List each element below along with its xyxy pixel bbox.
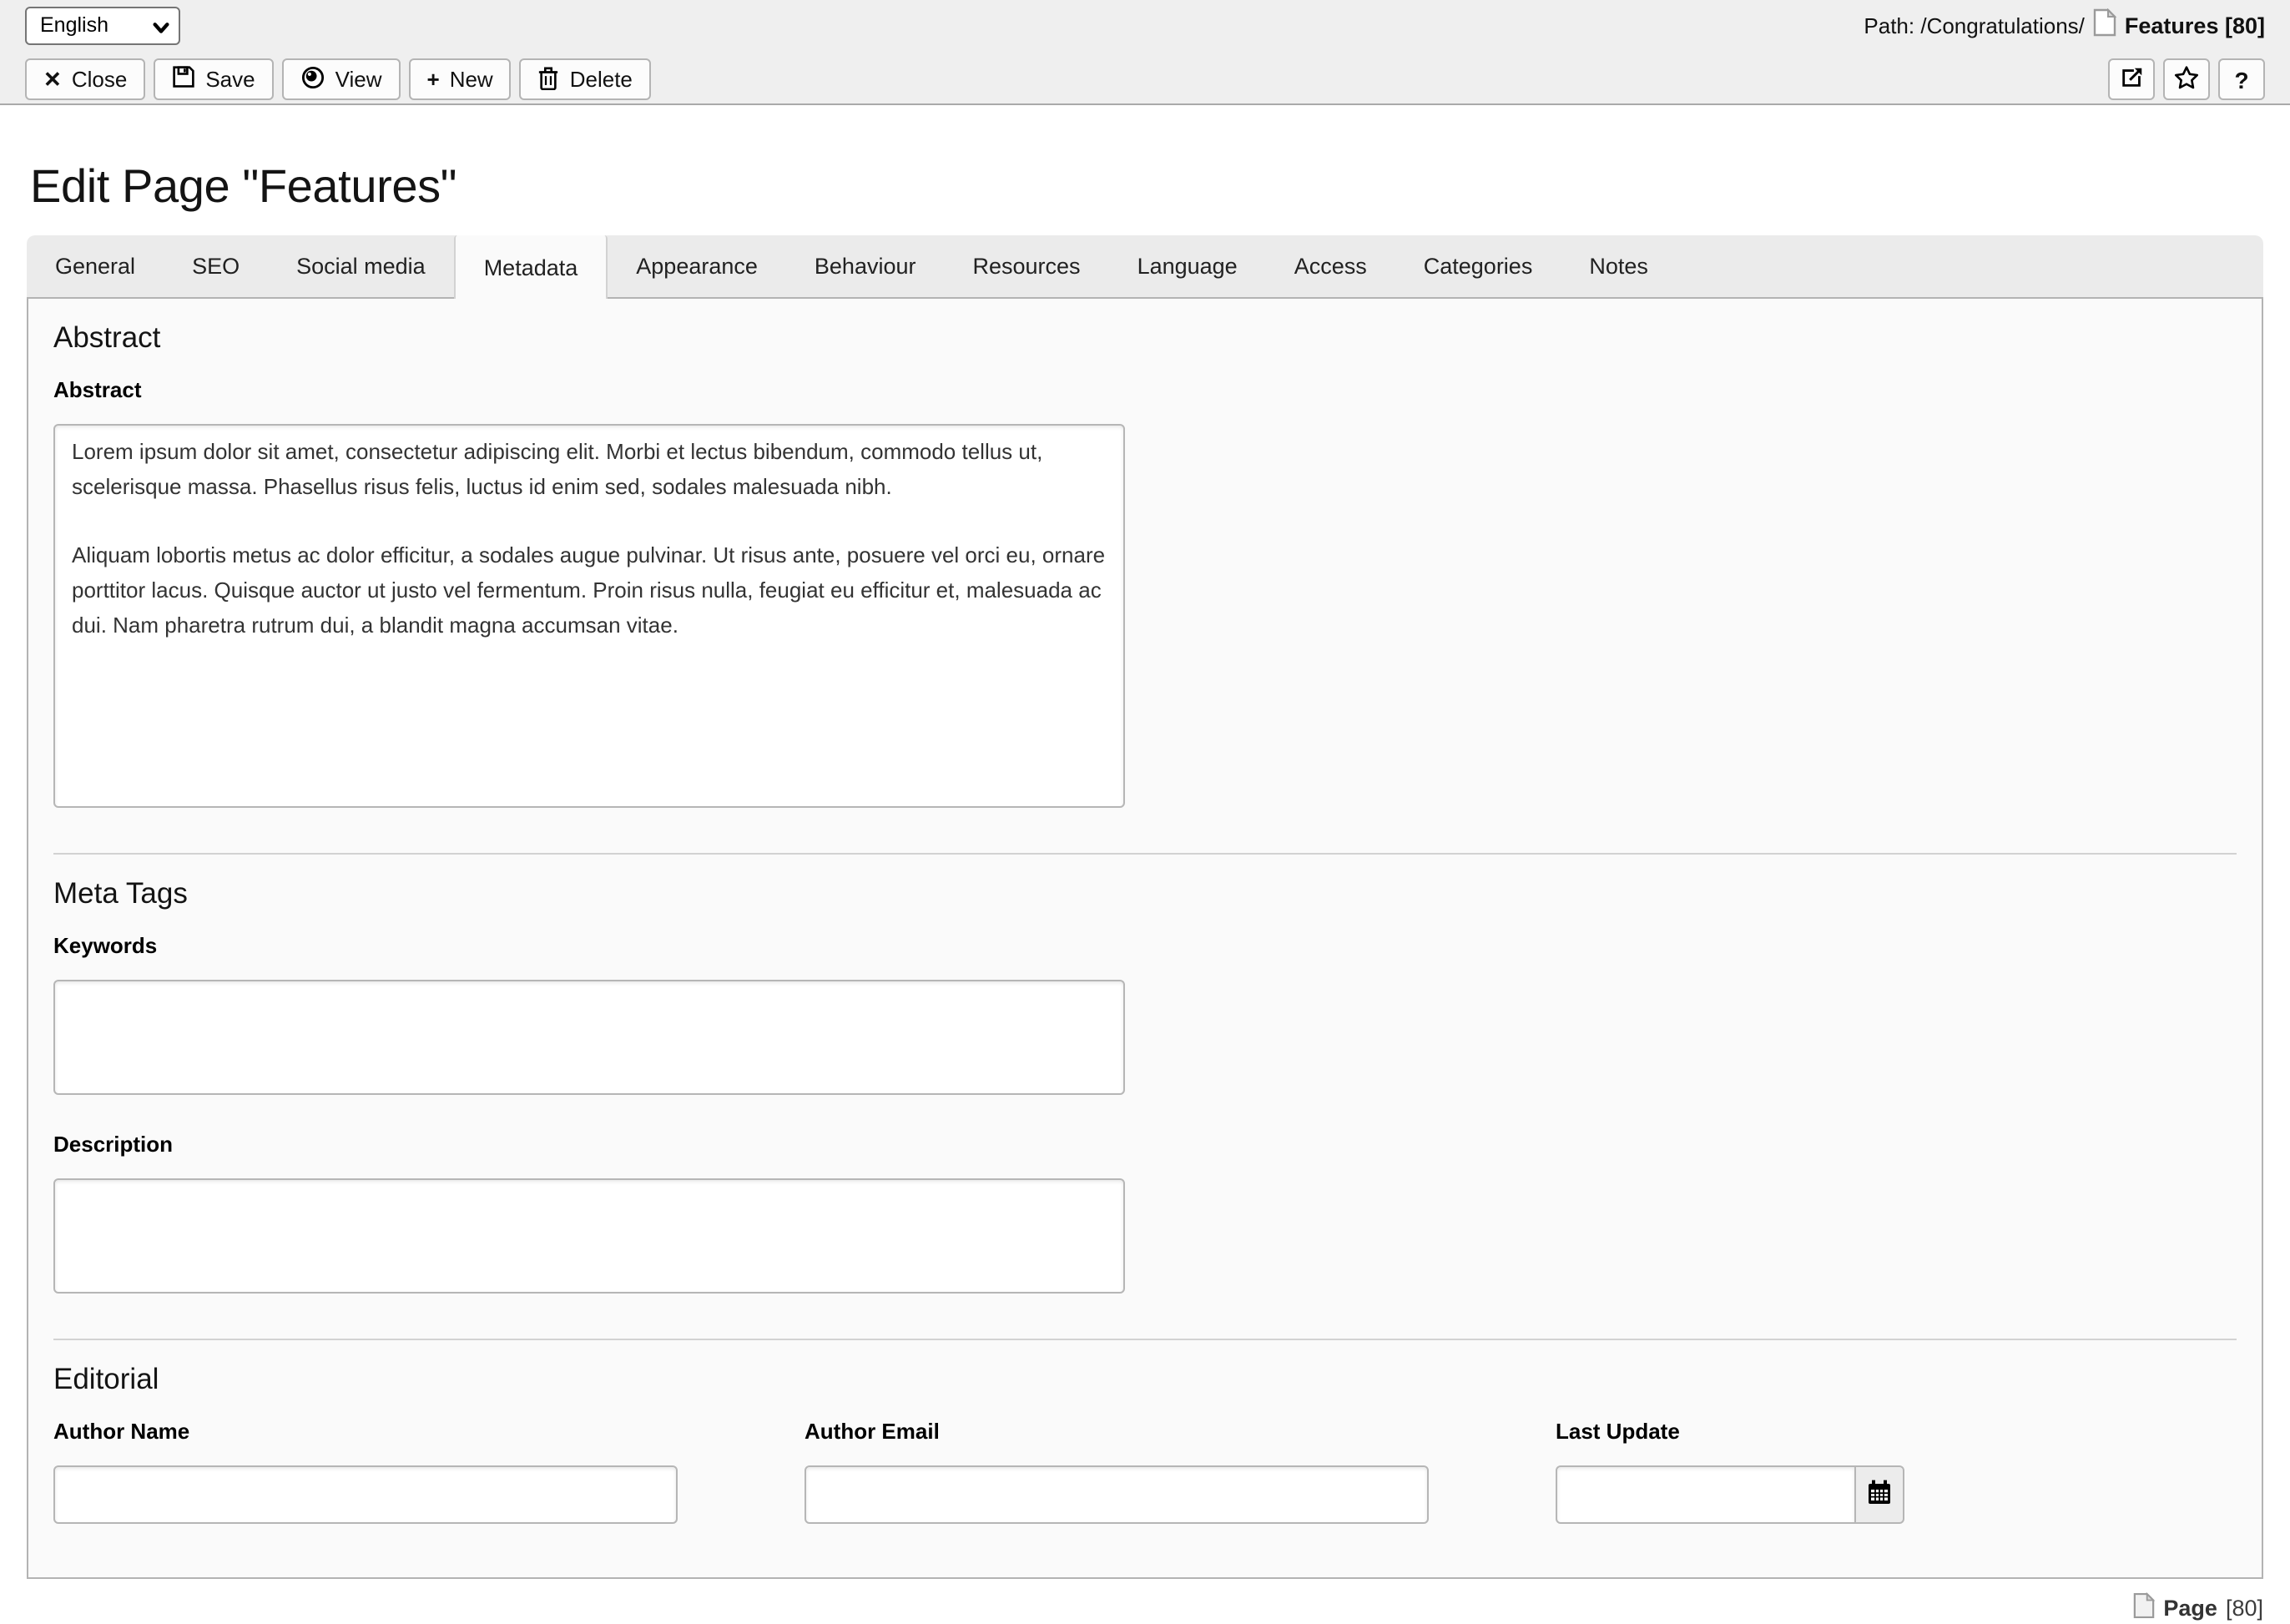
last-update-field-label: Last Update: [1556, 1419, 1680, 1444]
doc-header-meta-buttons: ?: [2108, 58, 2265, 100]
page-icon: [2093, 8, 2117, 42]
author-email-input[interactable]: [805, 1465, 1429, 1524]
datepicker-button[interactable]: [1856, 1465, 1904, 1524]
author-name-field-label: Author Name: [53, 1419, 190, 1444]
section-meta-tags-heading: Meta Tags: [53, 876, 188, 910]
tab-social-media[interactable]: Social media: [268, 235, 454, 297]
new-button-label: New: [449, 67, 493, 92]
tab-seo[interactable]: SEO: [164, 235, 268, 297]
path-label: Path: /Congratulations/: [1864, 13, 2085, 38]
doc-header-action-buttons: ✕ Close Save View + New Delete: [25, 58, 651, 100]
page-icon: [2133, 1591, 2156, 1624]
tab-behaviour[interactable]: Behaviour: [786, 235, 945, 297]
delete-button[interactable]: Delete: [519, 58, 651, 100]
plus-icon: +: [426, 67, 440, 92]
description-field-label: Description: [53, 1132, 174, 1157]
bookmark-button[interactable]: [2163, 58, 2210, 100]
doc-header-top-row: English Path: /Congratulations/ Features…: [25, 5, 2265, 45]
language-select-wrapper: English: [25, 6, 180, 44]
editorial-columns: Author Name Author Email Last Update: [53, 1419, 2237, 1524]
language-select[interactable]: English: [25, 6, 180, 44]
section-abstract-heading: Abstract: [53, 320, 161, 354]
save-button[interactable]: Save: [154, 58, 274, 100]
record-id-label: [80]: [2225, 1596, 2263, 1621]
tab-resources[interactable]: Resources: [945, 235, 1109, 297]
close-button[interactable]: ✕ Close: [25, 58, 146, 100]
tab-notes[interactable]: Notes: [1561, 235, 1677, 297]
author-name-field-group: Author Name: [53, 1419, 805, 1524]
record-title: Features [80]: [2124, 13, 2265, 38]
last-update-input[interactable]: [1556, 1465, 1856, 1524]
record-type-label: Page: [2163, 1596, 2217, 1621]
doc-header: English Path: /Congratulations/ Features…: [0, 0, 2290, 105]
last-update-field-group: Last Update: [1556, 1419, 1904, 1524]
author-email-field-group: Author Email: [805, 1419, 1556, 1524]
close-button-label: Close: [71, 67, 128, 92]
open-in-new-window-icon: [2119, 64, 2144, 94]
delete-button-label: Delete: [569, 67, 633, 92]
metadata-tab-panel: Abstract Abstract Lorem ipsum dolor sit …: [27, 297, 2263, 1579]
record-footer: Page [80]: [0, 1591, 2263, 1624]
help-icon: ?: [2234, 66, 2249, 93]
calendar-icon: [1866, 1479, 1893, 1511]
section-meta-tags: Meta Tags Keywords Description: [28, 855, 2262, 1340]
tab-categories[interactable]: Categories: [1395, 235, 1561, 297]
trash-icon: [538, 64, 560, 94]
view-button-label: View: [335, 67, 382, 92]
abstract-field-label: Abstract: [53, 377, 142, 402]
doc-header-bottom-row: ✕ Close Save View + New Delete ?: [25, 58, 2265, 100]
page-title: Edit Page "Features": [30, 160, 457, 212]
section-editorial-heading: Editorial: [53, 1362, 159, 1395]
author-email-field-label: Author Email: [805, 1419, 940, 1444]
tab-language[interactable]: Language: [1109, 235, 1266, 297]
tab-bar: General SEO Social media Metadata Appear…: [27, 235, 2263, 299]
view-button[interactable]: View: [281, 58, 401, 100]
tab-access[interactable]: Access: [1266, 235, 1395, 297]
abstract-textarea[interactable]: Lorem ipsum dolor sit amet, consectetur …: [53, 424, 1125, 808]
tab-general[interactable]: General: [27, 235, 164, 297]
keywords-field-label: Keywords: [53, 933, 158, 958]
eye-icon: [300, 64, 325, 94]
new-button[interactable]: + New: [408, 58, 512, 100]
save-button-label: Save: [205, 67, 255, 92]
tab-appearance[interactable]: Appearance: [608, 235, 786, 297]
section-editorial: Editorial Author Name Author Email Last …: [28, 1340, 2262, 1577]
help-button[interactable]: ?: [2218, 58, 2265, 100]
star-icon: [2173, 64, 2200, 94]
description-textarea[interactable]: [53, 1178, 1125, 1294]
app-viewport: English Path: /Congratulations/ Features…: [0, 0, 2290, 1621]
section-abstract: Abstract Abstract Lorem ipsum dolor sit …: [28, 299, 2262, 855]
author-name-input[interactable]: [53, 1465, 678, 1524]
last-update-input-group: [1556, 1465, 1904, 1524]
breadcrumb: Path: /Congratulations/ Features [80]: [1864, 8, 2265, 42]
close-icon: ✕: [43, 67, 62, 92]
section-bottom-spacer: [53, 1524, 2237, 1577]
open-in-new-window-button[interactable]: [2108, 58, 2155, 100]
tab-metadata[interactable]: Metadata: [453, 235, 608, 299]
keywords-textarea[interactable]: [53, 980, 1125, 1095]
save-icon: [172, 65, 195, 93]
